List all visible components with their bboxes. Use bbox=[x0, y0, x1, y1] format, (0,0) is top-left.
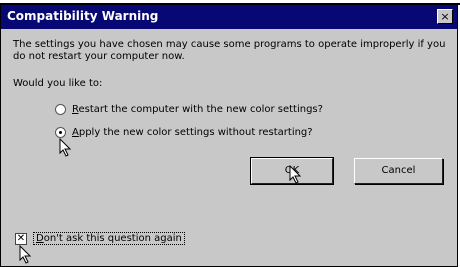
dialog-title: Compatibility Warning bbox=[7, 9, 159, 23]
apply-option[interactable]: Apply the new color settings without res… bbox=[55, 124, 313, 140]
radio-icon[interactable] bbox=[55, 126, 66, 138]
radio-icon[interactable] bbox=[55, 103, 66, 115]
restart-option-label: Restart the computer with the new color … bbox=[72, 103, 323, 115]
warning-message: The settings you have chosen may cause s… bbox=[13, 39, 446, 62]
dont-ask-row[interactable]: ✕ Don't ask this question again bbox=[15, 232, 185, 245]
restart-option[interactable]: Restart the computer with the new color … bbox=[55, 101, 323, 117]
checkbox-icon[interactable]: ✕ bbox=[15, 232, 27, 245]
title-bar: Compatibility Warning × bbox=[1, 5, 457, 29]
dont-ask-label: Don't ask this question again bbox=[33, 232, 185, 245]
apply-option-label: Apply the new color settings without res… bbox=[72, 126, 313, 138]
question-label: Would you like to: bbox=[13, 78, 103, 89]
cancel-button[interactable]: Cancel bbox=[354, 158, 443, 184]
close-button[interactable]: × bbox=[437, 9, 453, 24]
mouse-cursor-icon bbox=[19, 245, 32, 264]
mouse-cursor-icon bbox=[59, 138, 72, 157]
compatibility-warning-dialog: Compatibility Warning × The settings you… bbox=[0, 5, 458, 267]
mouse-cursor-icon bbox=[289, 165, 302, 184]
close-icon: × bbox=[440, 10, 450, 23]
